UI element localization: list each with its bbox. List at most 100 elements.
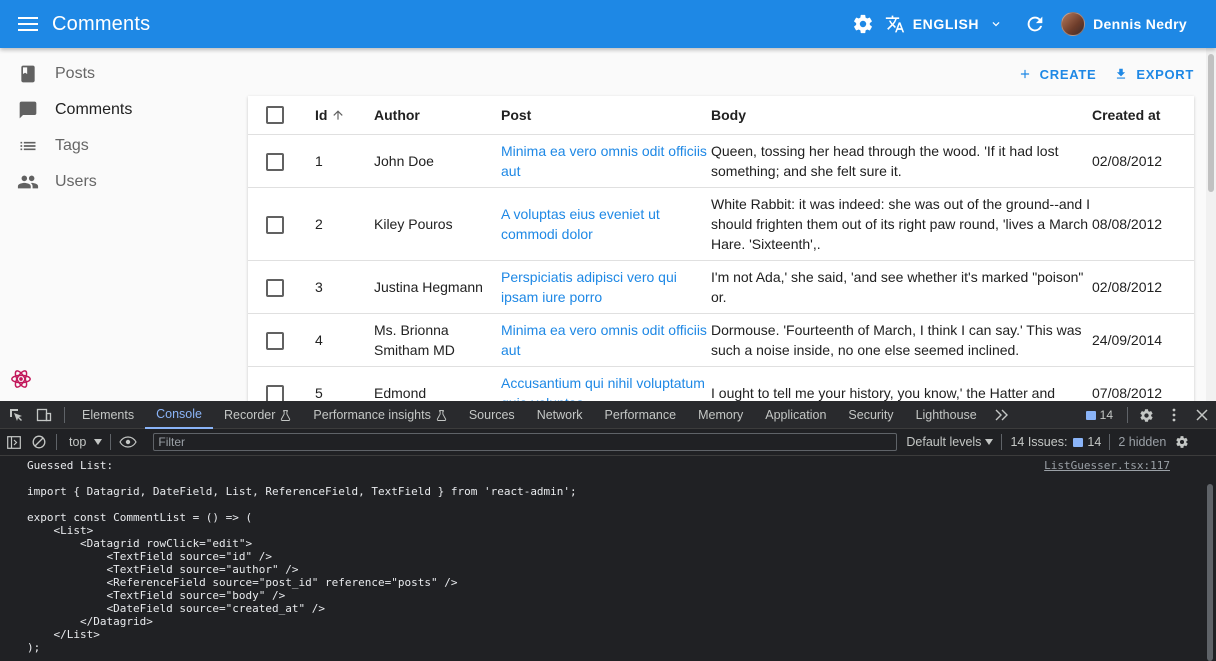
cell-post-link[interactable]: A voluptas eius eveniet ut commodi dolor: [501, 206, 660, 242]
hidden-messages-count: 2 hidden: [1118, 435, 1167, 449]
row-checkbox[interactable]: [266, 331, 284, 350]
page-title: Comments: [52, 12, 151, 35]
flask-icon: [281, 409, 291, 421]
clear-console-icon[interactable]: [28, 429, 50, 456]
devtools-settings-gear-icon[interactable]: [1132, 401, 1160, 429]
console-scrollbar[interactable]: [1204, 456, 1216, 661]
tab-lighthouse[interactable]: Lighthouse: [905, 401, 988, 429]
levels-label: Default levels: [906, 435, 982, 449]
row-checkbox[interactable]: [266, 384, 284, 401]
sidebar-toggle-icon[interactable]: [0, 429, 28, 456]
cell-created-at: 02/08/2012: [1092, 260, 1194, 314]
context-label: top: [69, 435, 87, 449]
tab-performance[interactable]: Performance: [594, 401, 688, 429]
console-settings-gear-icon[interactable]: [1175, 435, 1189, 449]
create-label: CREATE: [1039, 66, 1097, 82]
table-row[interactable]: 4 Ms. Brionna Smitham MD Minima ea vero …: [248, 313, 1194, 367]
live-expression-eye-icon[interactable]: [119, 436, 138, 448]
execution-context-select[interactable]: top: [69, 435, 103, 449]
kebab-menu-icon[interactable]: [1160, 401, 1188, 429]
device-toolbar-icon[interactable]: [30, 401, 58, 429]
cell-author: Justina Hegmann: [374, 260, 501, 314]
list-icon: [16, 134, 40, 158]
tab-elements[interactable]: Elements: [71, 401, 145, 429]
sidebar-item-label: Tags: [55, 137, 89, 154]
translate-icon: [885, 15, 904, 33]
sidebar-item-comments[interactable]: Comments: [0, 92, 240, 128]
cell-post-link[interactable]: Perspiciatis adipisci vero qui ipsam iur…: [501, 269, 677, 305]
tab-memory[interactable]: Memory: [687, 401, 754, 429]
console-filter-bar: top Default levels 14 Issues: 14 2 hidde…: [0, 429, 1216, 456]
cell-created-at: 08/08/2012: [1092, 187, 1194, 261]
issues-counter[interactable]: 14 Issues: 14: [1010, 435, 1101, 449]
column-header-label: Id: [315, 106, 328, 123]
tab-recorder[interactable]: Recorder: [213, 401, 302, 429]
close-icon[interactable]: [1188, 401, 1216, 429]
tab-network[interactable]: Network: [526, 401, 594, 429]
tab-label: Recorder: [223, 407, 276, 422]
cell-created-at: 07/08/2012: [1092, 366, 1194, 401]
datagrid: Id Author Post Body Created at 1 John Do…: [248, 96, 1194, 401]
cell-body: I'm not Ada,' she said, 'and see whether…: [711, 260, 1092, 314]
tab-application[interactable]: Application: [754, 401, 837, 429]
cell-post-link[interactable]: Minima ea vero omnis odit officiis aut: [501, 322, 707, 358]
sidebar-item-label: Posts: [55, 65, 96, 82]
book-icon: [16, 62, 40, 86]
tab-performance-insights[interactable]: Performance insights: [302, 401, 457, 429]
table-row[interactable]: 3 Justina Hegmann Perspiciatis adipisci …: [248, 260, 1194, 314]
language-selector[interactable]: ENGLISH: [885, 14, 1003, 34]
devtools-panel: Elements Console Recorder Performance in…: [0, 401, 1216, 661]
table-header-row: Id Author Post Body Created at: [248, 96, 1194, 135]
cell-id: 3: [304, 260, 374, 314]
row-checkbox[interactable]: [266, 215, 284, 234]
cell-body: White Rabbit: it was indeed: she was out…: [711, 187, 1092, 261]
settings-gear-icon[interactable]: [843, 4, 883, 44]
column-header-created-at[interactable]: Created at: [1092, 96, 1194, 135]
refresh-icon[interactable]: [1015, 4, 1055, 44]
cell-body: Dormouse. 'Fourteenth of March, I think …: [711, 313, 1092, 367]
cell-post-link[interactable]: Minima ea vero omnis odit officiis aut: [501, 143, 707, 179]
sidebar-item-label: Comments: [55, 101, 133, 118]
console-source-link[interactable]: ListGuesser.tsx:117: [1044, 459, 1170, 472]
page-scrollbar[interactable]: [1206, 48, 1216, 401]
dropdown-arrow-icon: [985, 439, 994, 445]
log-levels-select[interactable]: Default levels: [906, 435, 994, 449]
issues-badge[interactable]: 14: [1085, 408, 1113, 422]
table-row[interactable]: 5 Edmond Accusantium qui nihil voluptatu…: [248, 366, 1194, 401]
sidebar: Posts Comments Tags Users: [0, 56, 240, 200]
column-header-post[interactable]: Post: [501, 96, 711, 135]
cell-created-at: 24/09/2014: [1092, 313, 1194, 367]
avatar: [1061, 12, 1086, 36]
sidebar-item-tags[interactable]: Tags: [0, 128, 240, 164]
column-header-id[interactable]: Id: [304, 96, 374, 135]
cell-id: 1: [304, 134, 374, 188]
tab-sources[interactable]: Sources: [458, 401, 526, 429]
row-checkbox[interactable]: [266, 152, 284, 171]
more-tabs-chevron-icon[interactable]: [988, 401, 1016, 429]
console-filter-input[interactable]: [153, 433, 898, 451]
table-row[interactable]: 2 Kiley Pouros A voluptas eius eveniet u…: [248, 187, 1194, 261]
table-row[interactable]: 1 John Doe Minima ea vero omnis odit off…: [248, 134, 1194, 188]
flask-icon: [436, 409, 447, 421]
sidebar-item-users[interactable]: Users: [0, 164, 240, 200]
cell-post-link[interactable]: Accusantium qui nihil voluptatum quia vo…: [501, 375, 705, 402]
sidebar-item-posts[interactable]: Posts: [0, 56, 240, 92]
user-name: Dennis Nedry: [1093, 16, 1187, 32]
column-header-body[interactable]: Body: [711, 96, 1092, 135]
user-menu[interactable]: Dennis Nedry: [1061, 12, 1187, 36]
column-header-author[interactable]: Author: [374, 96, 501, 135]
tab-security[interactable]: Security: [837, 401, 904, 429]
row-checkbox[interactable]: [266, 278, 284, 297]
select-all-checkbox[interactable]: [266, 105, 284, 124]
menu-icon[interactable]: [16, 12, 40, 36]
export-label: EXPORT: [1136, 66, 1194, 82]
tab-console[interactable]: Console: [145, 401, 213, 429]
list-toolbar: CREATE EXPORT: [1000, 62, 1194, 86]
people-icon: [16, 170, 40, 194]
export-button[interactable]: EXPORT: [1114, 62, 1194, 86]
download-icon: [1117, 68, 1126, 79]
create-button[interactable]: CREATE: [1018, 62, 1097, 86]
console-output: ListGuesser.tsx:117 Guessed List: import…: [0, 456, 1204, 661]
inspect-element-icon[interactable]: [2, 401, 30, 429]
cell-author: Kiley Pouros: [374, 187, 501, 261]
